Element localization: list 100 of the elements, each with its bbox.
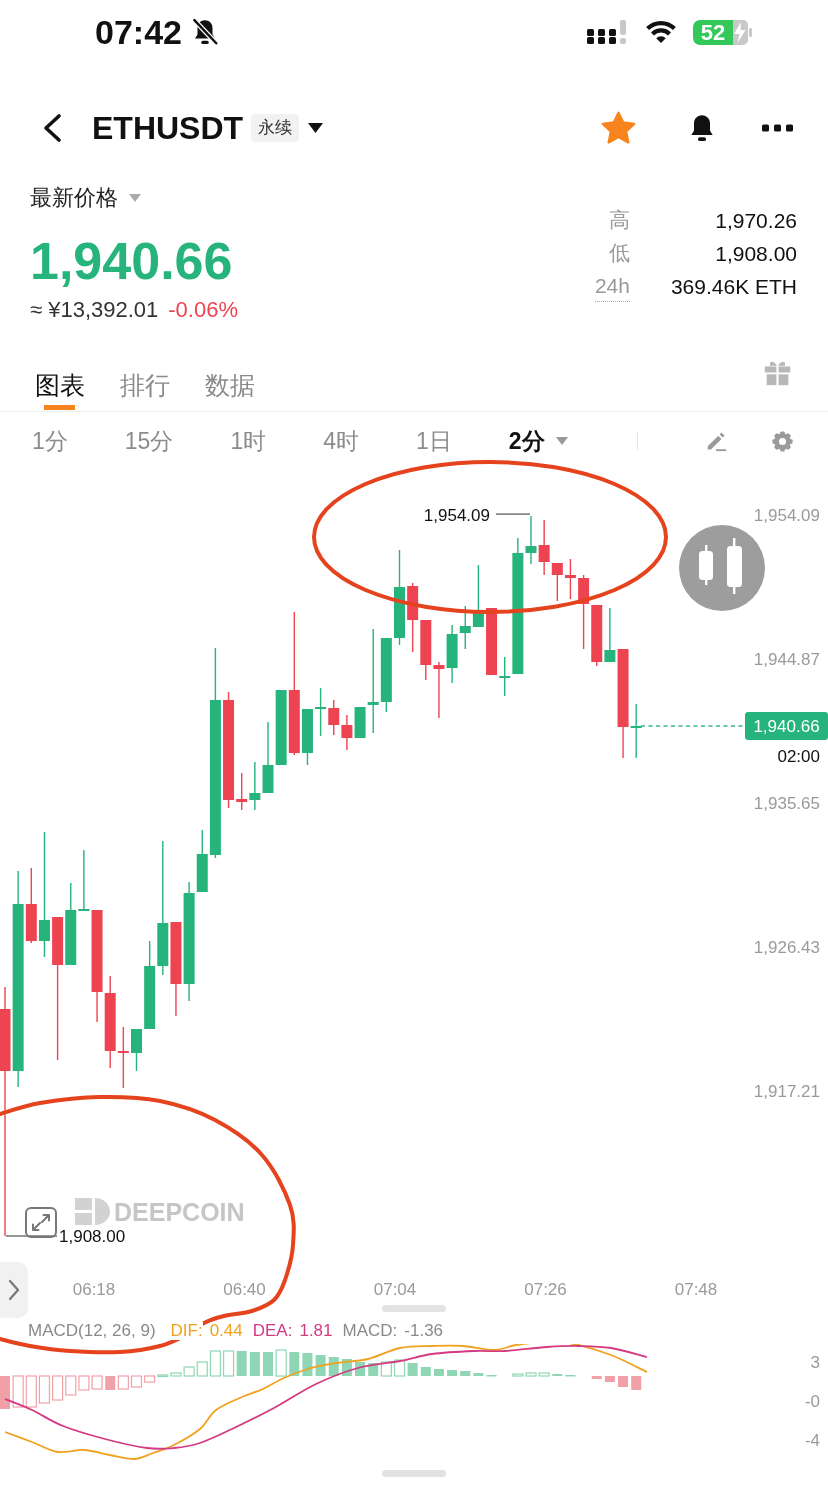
indicator-axis-label: 3	[810, 1353, 820, 1372]
price-axis-label: 1,954.09	[753, 506, 820, 525]
histogram-bar	[315, 1355, 326, 1376]
histogram-bar	[117, 1375, 129, 1390]
histogram-bar	[420, 1367, 431, 1376]
histogram-bar	[631, 1376, 642, 1390]
fiat-price: ≈ ¥13,392.01	[30, 297, 159, 323]
low-price-label: 1,908.00	[59, 1227, 126, 1246]
histogram-bar	[591, 1376, 602, 1379]
price-change: -0.06%	[168, 297, 238, 323]
histogram-bar	[249, 1352, 260, 1376]
watermark-logo-icon	[75, 1198, 110, 1225]
time-axis-label: 06:18	[72, 1280, 116, 1299]
leader-line	[6, 1235, 57, 1237]
stat-value: 1,908.00	[715, 241, 797, 267]
interval-tab[interactable]: 2分	[508, 426, 568, 456]
stat-label: 24h	[594, 271, 630, 302]
candle	[407, 583, 419, 652]
price-type-label[interactable]: 最新价格	[30, 184, 118, 212]
time-axis-label: 07:04	[373, 1280, 417, 1299]
histogram-bar	[65, 1375, 77, 1396]
histogram-bar	[393, 1359, 406, 1377]
battery-level: 52	[693, 19, 733, 45]
histogram-bar	[0, 1376, 10, 1409]
stat-value: 1,970.26	[715, 208, 797, 234]
drag-handle[interactable]	[382, 1305, 446, 1312]
time-axis-label: 07:26	[524, 1280, 567, 1299]
contract-badge: 永续	[251, 114, 300, 142]
tab[interactable]: 排行	[120, 340, 170, 411]
candle	[433, 662, 445, 718]
histogram-bar	[604, 1376, 615, 1382]
histogram-bar	[91, 1375, 103, 1390]
signal-icon	[587, 19, 628, 45]
time-axis-label: 06:40	[223, 1280, 266, 1299]
histogram-bar	[222, 1350, 235, 1377]
countdown-label: 02:00	[777, 747, 820, 766]
indicator-title: MACD(12, 26, 9)	[28, 1322, 156, 1340]
stat-value: 369.46K ETH	[670, 274, 797, 300]
histogram-bar	[460, 1371, 471, 1376]
candle	[446, 625, 458, 683]
expand-icon[interactable]	[25, 1207, 57, 1238]
histogram-bar	[236, 1351, 247, 1376]
histogram-bar	[341, 1359, 352, 1376]
histogram-bar	[12, 1375, 24, 1408]
histogram-bar	[380, 1361, 392, 1377]
indicator-axis-label: -0	[804, 1392, 820, 1411]
star-icon[interactable]	[600, 110, 637, 146]
candle	[131, 1029, 142, 1071]
histogram-bar	[25, 1375, 37, 1408]
settings-icon[interactable]	[772, 430, 793, 452]
candle	[315, 688, 327, 736]
tab[interactable]: 数据	[205, 340, 255, 411]
interval-tab[interactable]: 4时	[323, 426, 359, 456]
histogram-bar	[473, 1373, 484, 1376]
time-axis-label: 07:48	[674, 1280, 718, 1299]
tab[interactable]: 图表	[35, 340, 85, 411]
histogram-bar	[263, 1352, 273, 1376]
histogram-bar	[407, 1363, 418, 1376]
leader-line	[496, 513, 530, 515]
candlestick-icon	[699, 538, 742, 594]
indicator-axis-label: -4	[804, 1431, 820, 1450]
caret-down-icon[interactable]	[308, 123, 324, 133]
candle	[591, 605, 603, 666]
interval-tab[interactable]: 1分	[32, 426, 68, 456]
wifi-icon	[645, 20, 677, 44]
candle	[420, 620, 432, 680]
candle	[328, 700, 340, 735]
price-axis-label: 1,917.21	[753, 1082, 820, 1101]
drag-handle[interactable]	[382, 1470, 446, 1477]
stat-label: 低	[608, 240, 630, 266]
candle	[341, 715, 353, 750]
histogram-bar	[618, 1376, 629, 1387]
interval-tab[interactable]: 1时	[230, 426, 267, 456]
histogram-bar	[289, 1352, 300, 1376]
interval-tab[interactable]: 1日	[416, 426, 452, 456]
histogram-bar	[78, 1375, 90, 1391]
price-axis-label: 1,944.87	[753, 650, 820, 669]
more-icon[interactable]	[762, 124, 793, 132]
histogram-bar	[275, 1349, 287, 1377]
price-axis-label: 1,926.43	[753, 938, 820, 957]
symbol-title[interactable]: ETHUSDT	[92, 108, 244, 148]
chart-type-button[interactable]	[679, 525, 765, 611]
high-price-label: 1,954.09	[423, 506, 490, 525]
histogram-bar	[355, 1362, 366, 1376]
interval-tab[interactable]: 15分	[124, 426, 174, 456]
stat-label: 高	[608, 207, 630, 233]
price-axis-label: 1,935.65	[753, 794, 820, 813]
histogram-bar	[433, 1369, 444, 1376]
histogram-bar	[302, 1353, 313, 1376]
histogram-bar	[447, 1370, 458, 1376]
chevron-right-icon	[8, 1279, 20, 1301]
histogram-bar	[52, 1375, 64, 1401]
last-price-tag: 1,940.66	[745, 712, 828, 740]
status-time: 07:42	[95, 12, 182, 52]
indicator-label: DIF:	[170, 1322, 203, 1340]
watermark-text: DEEPCOIN	[114, 1197, 245, 1226]
candle	[564, 559, 576, 599]
side-panel-button[interactable]	[0, 1262, 28, 1318]
last-price: 1,940.66	[30, 233, 234, 289]
pencil-icon[interactable]	[705, 430, 727, 452]
